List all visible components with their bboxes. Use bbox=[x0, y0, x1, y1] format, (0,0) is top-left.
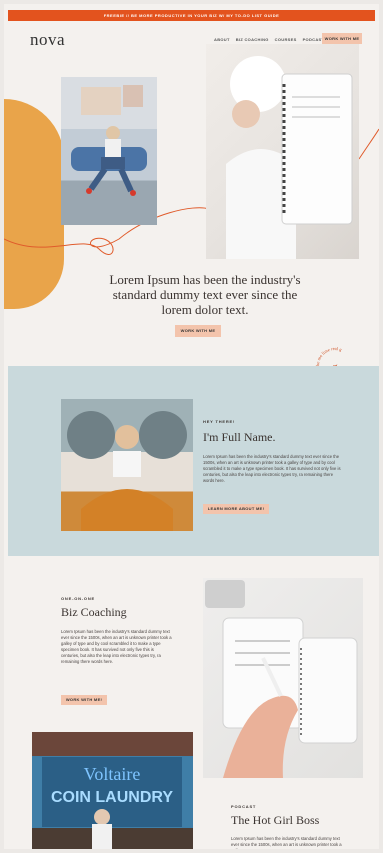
hero-image-left bbox=[61, 77, 157, 225]
coaching-body: Lorem Ipsum has been the industry's stan… bbox=[61, 629, 172, 664]
about-kicker: HEY THERE! bbox=[203, 419, 236, 424]
photo-illustration bbox=[71, 85, 147, 196]
about-image bbox=[61, 399, 193, 531]
hero-headline: Lorem Ipsum has been the industry's stan… bbox=[109, 272, 301, 317]
about-body: Lorem Ipsum has been the industry's stan… bbox=[203, 454, 341, 483]
about-title: I'm Full Name. bbox=[203, 430, 276, 444]
photo-illustration bbox=[226, 56, 353, 259]
podcast-kicker: PODCAST bbox=[231, 804, 257, 809]
photo-illustration: Voltaire COIN LAUNDRY bbox=[42, 757, 182, 849]
podcast-image: Voltaire COIN LAUNDRY bbox=[32, 732, 193, 849]
squiggle-path-right bbox=[358, 128, 379, 160]
photo-illustration bbox=[67, 411, 187, 531]
photo-illustration bbox=[205, 580, 358, 778]
page-frame: FREEBIE // BE MORE PRODUCTIVE IN YOUR BI… bbox=[4, 4, 379, 849]
hero-work-with-me-button[interactable]: WORK WITH ME bbox=[175, 325, 221, 337]
coaching-work-with-me-button[interactable]: WORK WITH ME! bbox=[61, 695, 107, 705]
coaching-title: Biz Coaching bbox=[61, 605, 127, 619]
coaching-image bbox=[203, 578, 363, 778]
learn-more-button[interactable]: LEARN MORE ABOUT ME! bbox=[203, 504, 269, 514]
storefront-sign-text: Voltaire bbox=[84, 764, 141, 784]
podcast-title: The Hot Girl Boss bbox=[231, 813, 320, 827]
storefront-coin-laundry-text: COIN LAUNDRY bbox=[51, 789, 173, 806]
coaching-kicker: ONE-ON-ONE bbox=[61, 596, 95, 601]
podcast-body: Lorem Ipsum has been the industry's stan… bbox=[231, 836, 342, 849]
hero-image-right bbox=[206, 44, 359, 259]
